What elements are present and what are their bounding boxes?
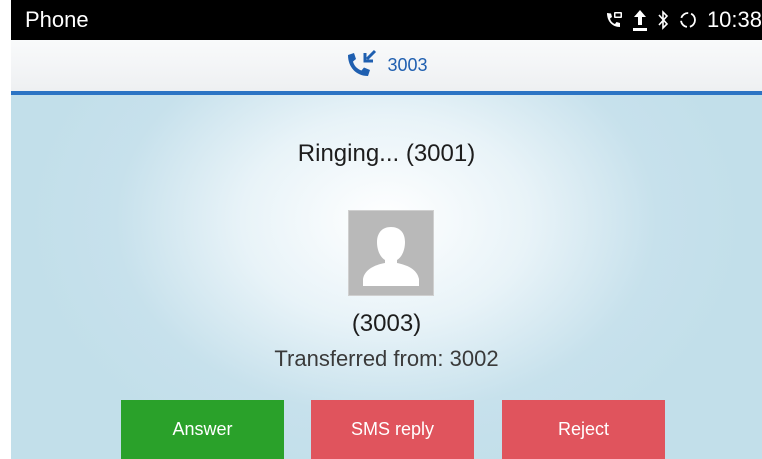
status-bar: Phone 10:38 <box>11 0 762 40</box>
caller-number: (3003) <box>351 310 422 337</box>
phone-screen: Phone 10:38 3003 Ringing... (3001) (3003… <box>11 0 762 459</box>
bluetooth-icon <box>655 9 671 31</box>
transfer-info: Transferred from: 3002 <box>274 346 499 371</box>
app-title: Phone <box>25 7 89 32</box>
call-header: 3003 <box>11 40 762 95</box>
contact-placeholder-icon <box>363 227 419 286</box>
incoming-call-panel: Ringing... (3001) (3003) Transferred fro… <box>11 95 762 459</box>
ringing-status: Ringing... (3001) <box>297 140 476 167</box>
incoming-call-icon <box>345 48 379 83</box>
sync-icon <box>677 9 699 31</box>
reject-button[interactable]: Reject <box>502 400 665 459</box>
sms-reply-button[interactable]: SMS reply <box>311 400 474 459</box>
avatar <box>348 210 434 296</box>
status-icons: 10:38 <box>603 7 762 33</box>
call-header-number: 3003 <box>387 55 428 75</box>
call-forward-icon <box>603 9 625 31</box>
status-time: 10:38 <box>706 7 762 32</box>
answer-button[interactable]: Answer <box>121 400 284 459</box>
upload-icon <box>631 8 649 32</box>
